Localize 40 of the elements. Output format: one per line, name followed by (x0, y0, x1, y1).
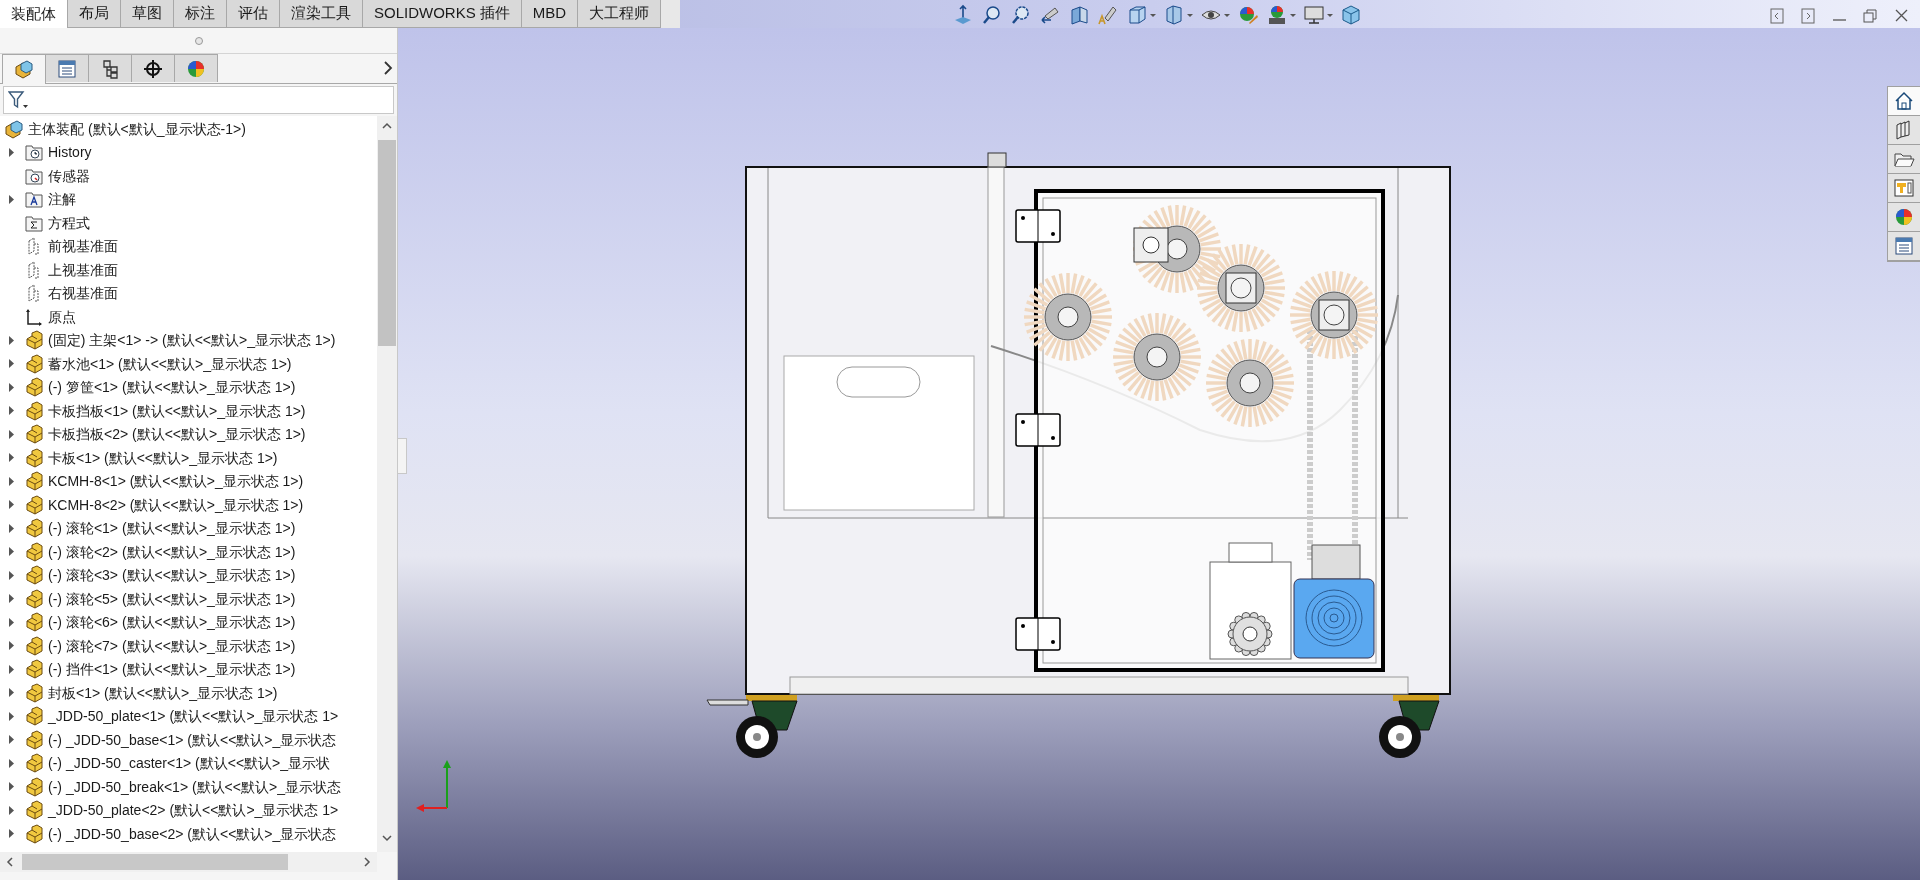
tree-item[interactable]: 方程式 (48, 212, 90, 233)
tree-item[interactable]: History (48, 142, 92, 163)
tree-item[interactable]: (固定) 主架<1> -> (默认<<默认>_显示状态 1>) (48, 330, 336, 351)
tree-item[interactable]: (-) _JDD-50_base<2> (默认<<默认>_显示状态 (48, 823, 337, 844)
tree-item[interactable]: (-) 滚轮<2> (默认<<默认>_显示状态 1>) (48, 541, 296, 562)
tree-item[interactable]: (-) 滚轮<5> (默认<<默认>_显示状态 1>) (48, 588, 296, 609)
tree-item[interactable]: 卡板挡板<1> (默认<<默认>_显示状态 1>) (48, 400, 306, 421)
tree-item[interactable]: (-) 挡件<1> (默认<<默认>_显示状态 1>) (48, 659, 296, 680)
ribbon-tab[interactable]: 大工程师 (578, 0, 662, 28)
tree-item[interactable]: 传感器 (48, 165, 90, 186)
ribbon-tab[interactable]: 标注 (174, 0, 227, 28)
tree-item[interactable]: (-) 滚轮<1> (默认<<默认>_显示状态 1>) (48, 518, 296, 539)
tree-item[interactable]: 主体装配 (默认<默认_显示状态-1>) (28, 118, 246, 139)
tree-item[interactable]: (-) _JDD-50_break<1> (默认<<默认>_显示状态 (48, 776, 341, 797)
ribbon-tab[interactable]: 装配体 (0, 0, 68, 28)
tree-item[interactable]: KCMH-8<1> (默认<<默认>_显示状态 1>) (48, 471, 304, 492)
tree-item[interactable]: (-) 箩筐<1> (默认<<默认>_显示状态 1>) (48, 377, 296, 398)
tree-item[interactable]: 前视基准面 (48, 236, 118, 257)
tree-item[interactable]: 原点 (48, 306, 76, 327)
tree-item[interactable]: 卡板<1> (默认<<默认>_显示状态 1>) (48, 447, 278, 468)
tree-item[interactable]: 注解 (48, 189, 76, 210)
tree-item[interactable]: _JDD-50_plate<1> (默认<<默认>_显示状态 1> (48, 706, 339, 727)
ribbon-tab[interactable]: MBD (521, 0, 579, 28)
tree-item[interactable]: (-) _JDD-50_base<1> (默认<<默认>_显示状态 (48, 729, 337, 750)
ribbon-tab[interactable]: 布局 (68, 0, 121, 28)
tree-item[interactable]: (-) 滚轮<6> (默认<<默认>_显示状态 1>) (48, 612, 296, 633)
tree-item[interactable]: 右视基准面 (48, 283, 118, 304)
ribbon-tab[interactable]: SOLIDWORKS 插件 (363, 0, 522, 28)
tree-item[interactable]: 上视基准面 (48, 259, 118, 280)
tree-item[interactable]: (-) 滚轮<7> (默认<<默认>_显示状态 1>) (48, 635, 296, 656)
ribbon-tab[interactable]: 草图 (121, 0, 174, 28)
tree-item[interactable]: 封板<1> (默认<<默认>_显示状态 1>) (48, 682, 278, 703)
tree-item[interactable]: 卡板挡板<2> (默认<<默认>_显示状态 1>) (48, 424, 306, 445)
tree-item[interactable]: _JDD-50_plate<2> (默认<<默认>_显示状态 1> (48, 800, 339, 821)
tree-item[interactable]: KCMH-8<2> (默认<<默认>_显示状态 1>) (48, 494, 304, 515)
tree-item[interactable]: 蓄水池<1> (默认<<默认>_显示状态 1>) (48, 353, 292, 374)
ribbon-tab[interactable]: 评估 (227, 0, 280, 28)
tree-item[interactable]: (-) 滚轮<3> (默认<<默认>_显示状态 1>) (48, 565, 296, 586)
tree-item[interactable]: (-) _JDD-50_caster<1> (默认<<默认>_显示状 (48, 753, 331, 774)
ribbon-tab[interactable]: 渲染工具 (280, 0, 363, 28)
